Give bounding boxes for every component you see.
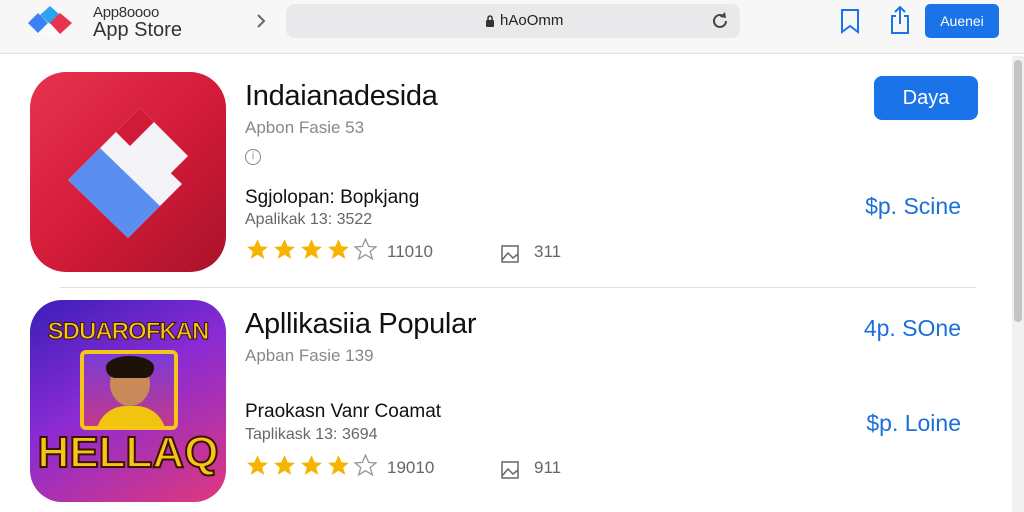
icon-text-top: SDUAROFKAN <box>47 318 210 346</box>
chevron-right-icon[interactable] <box>254 12 268 30</box>
star-filled-icon <box>247 455 268 475</box>
get-button[interactable]: Daya <box>874 76 978 120</box>
app-card[interactable]: SDUAROFKAN HELLAQ Apllikasiia Popular Ap… <box>0 290 1008 512</box>
rating-count: 19010 <box>387 458 435 477</box>
image-icon <box>501 245 519 263</box>
brand-line2: App Store <box>93 19 182 41</box>
app-meta: Apban Fasie 139 <box>245 346 374 365</box>
star-filled-icon <box>301 239 322 259</box>
app-icon[interactable] <box>30 72 226 272</box>
app-store-logo-icon[interactable] <box>26 6 76 40</box>
app-detail: Apalikak 13: 3522 <box>245 211 373 228</box>
app-subtitle: Praokasn Vanr Coamat <box>245 401 442 422</box>
screenshot-count: 311 <box>534 242 562 261</box>
brand-line1: App8oooo <box>93 4 160 21</box>
star-filled-icon <box>328 455 349 475</box>
icon-portrait-frame <box>80 350 178 430</box>
bookmark-icon[interactable] <box>838 8 862 34</box>
star-rating <box>245 453 378 478</box>
account-button[interactable]: Auenei <box>925 4 999 38</box>
star-filled-icon <box>328 239 349 259</box>
star-rating <box>245 237 378 262</box>
image-icon <box>501 461 519 479</box>
app-detail: Taplikask 13: 3694 <box>245 426 378 443</box>
url-text: hAoOmm <box>500 12 564 29</box>
app-price[interactable]: $p. Scine <box>865 193 961 220</box>
app-meta: Apbon Fasie 53 <box>245 118 365 137</box>
address-bar[interactable]: hAoOmm <box>286 4 740 38</box>
app-price[interactable]: $p. Loine <box>866 410 961 437</box>
star-empty-icon <box>353 237 378 261</box>
app-logo-icon <box>68 108 188 238</box>
app-title[interactable]: Apllikasiia Popular <box>245 308 477 341</box>
star-empty-icon <box>353 453 378 477</box>
browser-toolbar: App8oooo App Store hAoOmm Auenei <box>0 0 1024 54</box>
rating-count: 11010 <box>387 242 434 261</box>
star-filled-icon <box>274 239 295 259</box>
screenshot-count: 911 <box>534 458 562 477</box>
info-icon[interactable]: i <box>245 149 261 165</box>
icon-text-bottom: HELLAQ <box>37 427 220 478</box>
star-filled-icon <box>274 455 295 475</box>
app-title[interactable]: Indaianadesida <box>245 80 438 113</box>
scrollbar-thumb[interactable] <box>1014 60 1022 322</box>
app-price-top[interactable]: 4p. SOne <box>864 315 961 342</box>
hair-shape <box>106 356 154 378</box>
share-icon[interactable] <box>888 5 912 35</box>
app-icon[interactable]: SDUAROFKAN HELLAQ <box>30 300 226 502</box>
app-subtitle: Sgjolopan: Bopkjang <box>245 187 420 208</box>
app-card[interactable]: Indaianadesida Apbon Fasie 53 i Sgjolopa… <box>0 56 1008 284</box>
brand-title: App8oooo App Store <box>93 5 182 40</box>
divider <box>60 287 976 288</box>
reload-icon[interactable] <box>710 11 730 31</box>
shirt-shape <box>96 406 166 426</box>
lock-icon <box>486 15 494 27</box>
star-filled-icon <box>301 455 322 475</box>
star-filled-icon <box>247 239 268 259</box>
